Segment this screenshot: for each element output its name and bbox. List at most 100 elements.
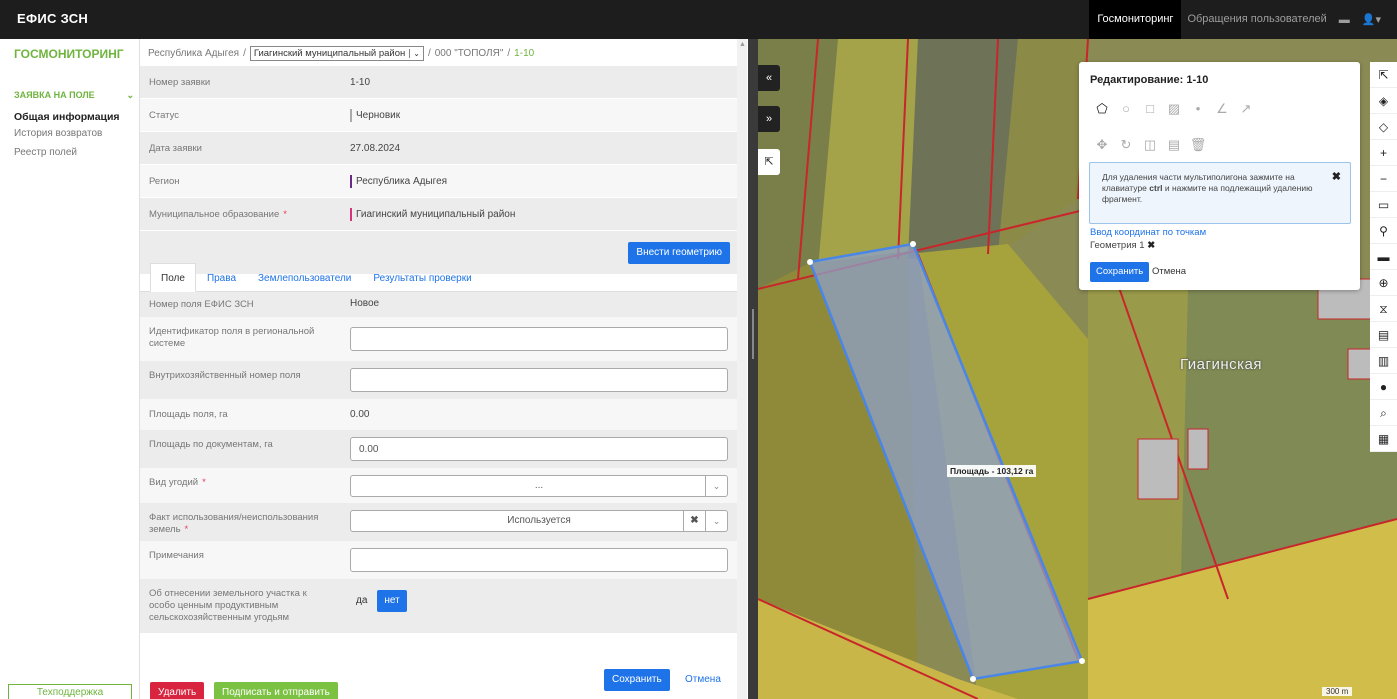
polygon-icon[interactable]: ⬠: [1090, 98, 1114, 120]
region-text: Республика Адыгея: [356, 175, 448, 187]
sidebar-item-return-history[interactable]: История возвратов: [14, 128, 102, 139]
move-icon[interactable]: ✥: [1090, 134, 1114, 156]
sign-and-send-button[interactable]: Подписать и отправить: [214, 682, 338, 699]
split-icon[interactable]: ◫: [1138, 134, 1162, 156]
chevron-down-icon[interactable]: ⌄: [705, 511, 727, 531]
status-value: Черновик: [342, 99, 400, 131]
nav-gosmonitoring[interactable]: Госмониторинг: [1089, 0, 1182, 39]
expand-right-icon[interactable]: »: [758, 106, 780, 132]
top-navbar: ЕФИС ЗСН Госмониторинг Обращения пользов…: [0, 0, 1397, 39]
circle-icon[interactable]: ○: [1114, 98, 1138, 120]
pin-icon[interactable]: ⚲: [1370, 218, 1397, 244]
district-select[interactable]: Гиагинский муниципальный район ⌄: [249, 46, 424, 61]
field-form: Номер поля ЕФИС ЗСН Новое Идентификатор …: [140, 292, 737, 633]
doc-area-label: Площадь по документам, га: [149, 439, 273, 450]
close-icon[interactable]: ✖: [1332, 172, 1341, 183]
field-number-value: Новое: [350, 298, 380, 309]
measure-icon[interactable]: ▬: [1370, 244, 1397, 270]
municipality-label: Муниципальное образование: [149, 208, 280, 220]
usage-select[interactable]: Используется ✖ ⌄: [350, 510, 728, 532]
sidebar-item-general[interactable]: Общая информация: [14, 111, 120, 123]
map-toolbar: ⇱ ◈ ◇ + − ▭ ⚲ ▬ ⊕ ⧖ ▤ ▥ ● ⌕ ▦: [1370, 62, 1397, 452]
breadcrumb-separator: /: [243, 48, 246, 59]
breadcrumb-region[interactable]: Республика Адыгея: [148, 48, 239, 59]
support-button[interactable]: Техподдержка: [8, 684, 132, 699]
land-type-label-text: Вид угодий: [149, 477, 199, 488]
ruler-icon[interactable]: ▭: [1370, 192, 1397, 218]
land-type-value: ...: [534, 480, 544, 491]
point-icon[interactable]: •: [1186, 98, 1210, 120]
clear-icon[interactable]: ✖: [683, 511, 705, 531]
route-icon[interactable]: ⧖: [1370, 296, 1397, 322]
sidebar-item-field-registry[interactable]: Реестр полей: [14, 147, 77, 158]
splitter-grip[interactable]: [752, 309, 754, 359]
regional-id-label: Идентификатор поля в региональной систем…: [149, 326, 315, 349]
tab-rights[interactable]: Права: [196, 263, 247, 292]
edit-save-button[interactable]: Сохранить: [1090, 262, 1150, 282]
chevron-down-icon[interactable]: ⌄: [705, 476, 727, 496]
form-row: Площадь поля, га 0.00: [140, 399, 737, 430]
hatched-rectangle-icon[interactable]: ▨: [1162, 98, 1186, 120]
delete-button[interactable]: Удалить: [150, 682, 205, 699]
tab-check-results[interactable]: Результаты проверки: [362, 263, 482, 292]
edit-panel: Редактирование: 1-10 ⬠ ○ □ ▨ • ∠ ↗ ✥ ↻ ◫…: [1079, 62, 1360, 290]
sidebar-title[interactable]: ГОСМОНИТОРИНГ: [14, 47, 124, 61]
scroll-up-icon[interactable]: ▲: [739, 41, 746, 49]
sidebar-section-request[interactable]: ЗАЯВКА НА ПОЛЕ ⌄: [14, 90, 134, 101]
rectangle-icon[interactable]: □: [1138, 98, 1162, 120]
notes-input[interactable]: [350, 548, 728, 572]
zoom-in-icon[interactable]: +: [1370, 140, 1397, 166]
collapse-left-icon[interactable]: «: [758, 65, 780, 91]
map-scale: 300 m: [1322, 687, 1353, 696]
form-scrollbar[interactable]: ▲: [737, 39, 747, 699]
rotate-icon[interactable]: ↻: [1114, 134, 1138, 156]
external-link-icon[interactable]: ⇱: [1370, 62, 1397, 88]
info-row: Муниципальное образование * Гиагинский м…: [140, 198, 737, 231]
geometry-item: Геометрия 1 ✖: [1090, 240, 1155, 251]
trash-icon[interactable]: 🗑: [1186, 134, 1210, 156]
add-geometry-button[interactable]: Внести геометрию: [628, 242, 730, 264]
field-number-label: Номер поля ЕФИС ЗСН: [149, 299, 254, 310]
tab-field[interactable]: Поле: [150, 263, 196, 292]
external-link-icon[interactable]: ⇱: [758, 149, 780, 175]
regional-id-input[interactable]: [350, 327, 728, 351]
calculator-icon[interactable]: ▦: [1370, 426, 1397, 452]
search-icon[interactable]: ⌕: [1370, 400, 1397, 426]
info-row: Дата заявки 27.08.2024: [140, 132, 737, 165]
breadcrumb-current: 1-10: [514, 48, 535, 59]
status-marker: [350, 108, 352, 122]
remove-geometry-icon[interactable]: ✖: [1147, 240, 1155, 251]
arrow-icon[interactable]: ↗: [1234, 98, 1258, 120]
no-button[interactable]: нет: [377, 590, 407, 612]
doc-area-input[interactable]: [350, 437, 728, 461]
panel-splitter[interactable]: [748, 39, 758, 699]
sidebar: ГОСМОНИТОРИНГ ЗАЯВКА НА ПОЛЕ ⌄ Общая инф…: [0, 39, 140, 699]
coords-input-link[interactable]: Ввод координат по точкам: [1090, 227, 1206, 238]
internal-number-input[interactable]: [350, 368, 728, 392]
building-icon[interactable]: ▥: [1370, 348, 1397, 374]
layers-icon[interactable]: ◈: [1370, 88, 1397, 114]
info-label: Регион: [149, 175, 180, 187]
edit-cancel-button[interactable]: Отмена: [1152, 262, 1186, 282]
zoom-area-icon[interactable]: ⊕: [1370, 270, 1397, 296]
print-icon[interactable]: ▤: [1370, 322, 1397, 348]
chat-icon[interactable]: ▬: [1333, 14, 1356, 26]
nav-user-requests[interactable]: Обращения пользователей: [1181, 0, 1332, 39]
layers-stack-icon[interactable]: ◇: [1370, 114, 1397, 140]
land-type-select[interactable]: ... ⌄: [350, 475, 728, 497]
cut-icon[interactable]: ▤: [1162, 134, 1186, 156]
zoom-out-icon[interactable]: −: [1370, 166, 1397, 192]
geometry-label: Геометрия 1: [1090, 240, 1145, 251]
form-row: Вид угодий * ... ⌄: [140, 468, 737, 503]
tab-land-users[interactable]: Землепользователи: [247, 263, 362, 292]
line-icon[interactable]: ∠: [1210, 98, 1234, 120]
land-type-label: Вид угодий *: [140, 468, 342, 498]
yes-button[interactable]: да: [350, 590, 373, 612]
breadcrumb-org[interactable]: 000 "ТОПОЛЯ": [435, 48, 504, 59]
form-row: Об отнесении земельного участка к особо …: [140, 579, 737, 633]
user-menu-icon[interactable]: 👤▾: [1356, 13, 1387, 26]
form-row: Номер поля ЕФИС ЗСН Новое: [140, 292, 737, 317]
brand-logo[interactable]: ЕФИС ЗСН: [17, 11, 88, 26]
required-mark: *: [283, 208, 287, 220]
location-icon[interactable]: ●: [1370, 374, 1397, 400]
